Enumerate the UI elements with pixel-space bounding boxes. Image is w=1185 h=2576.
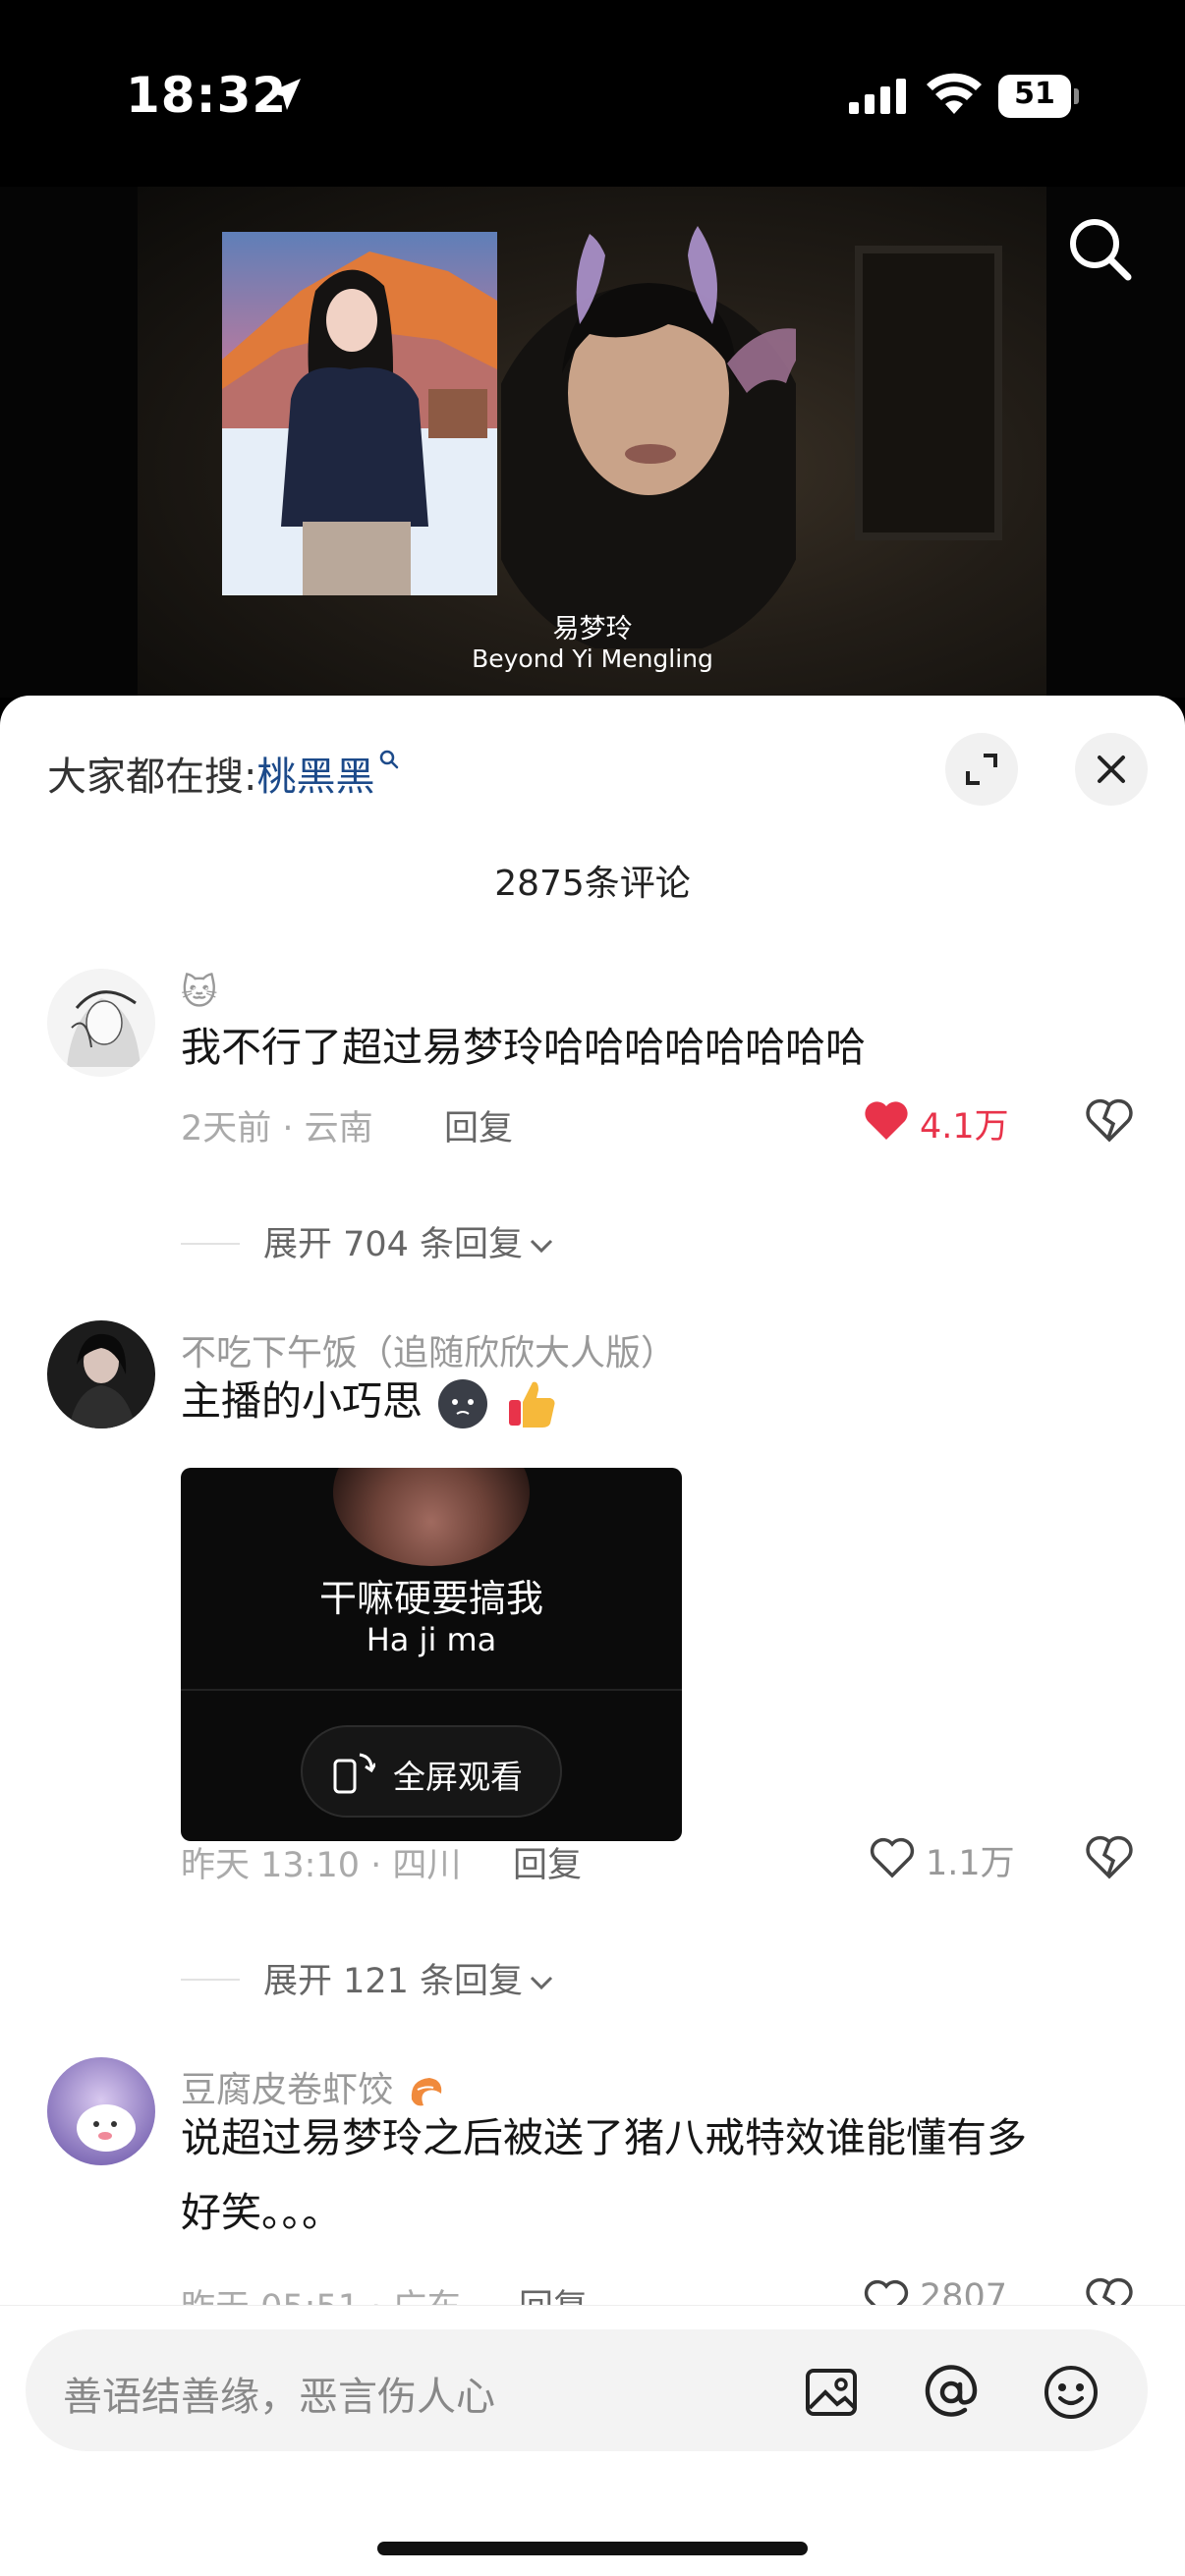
trending-label: 大家都在搜: xyxy=(47,755,257,800)
thumbs-up-emoji-icon xyxy=(509,1381,555,1428)
dislike-icon[interactable] xyxy=(1085,1096,1134,1144)
trending-search[interactable]: 大家都在搜:桃黑黑 xyxy=(47,745,400,802)
comment-count: 2875条评论 xyxy=(494,864,691,904)
status-bar: 18:32 51 xyxy=(0,0,1185,187)
image-icon[interactable] xyxy=(802,2363,861,2422)
comment-input-placeholder: 善语结善缘，恶言伤人心 xyxy=(63,2375,495,2420)
status-time: 18:32 xyxy=(126,67,288,124)
expand-icon xyxy=(966,754,997,785)
comment-text: 我不行了超过易梦玲哈哈哈哈哈哈哈哈 xyxy=(181,1024,866,1071)
location-arrow-icon xyxy=(269,79,301,110)
mention-icon[interactable] xyxy=(922,2363,981,2422)
comment-meta: 2天前 · 云南 xyxy=(181,1109,373,1148)
fullscreen-watch-button[interactable]: 全屏观看 xyxy=(301,1725,562,1818)
like-count: 4.1万 xyxy=(920,1107,1009,1147)
comment-text: 说超过易梦玲之后被送了猪八戒特效谁能懂有多 好笑。。。 xyxy=(181,2100,1027,2250)
divider xyxy=(181,1979,240,1981)
close-button[interactable] xyxy=(1075,733,1148,806)
expand-replies-button[interactable]: 展开 121 条回复 xyxy=(263,1953,556,2003)
dark-face-emoji-icon xyxy=(438,1379,488,1428)
reply-button[interactable]: 回复 xyxy=(513,1837,582,1887)
comment-text: 主播的小巧思 xyxy=(181,1364,558,1438)
expand-replies-button[interactable]: 展开 704 条回复 xyxy=(263,1216,556,1266)
comment-input[interactable]: 善语结善缘，恶言伤人心 xyxy=(26,2329,1148,2451)
comment-sheet: 大家都在搜:桃黑黑 2875条评论 🐱 我不行了超过易梦玲哈哈哈哈哈哈哈哈 2天… xyxy=(0,696,1185,2576)
close-icon xyxy=(1098,756,1125,783)
expand-sheet-button[interactable] xyxy=(945,733,1018,806)
video-reply-card[interactable]: 干嘛硬要搞我 Ha ji ma 全屏观看 xyxy=(181,1468,682,1841)
avatar[interactable] xyxy=(47,2057,155,2165)
search-icon xyxy=(380,750,399,769)
search-icon[interactable] xyxy=(1063,212,1136,285)
comment-text-line: 说超过易梦玲之后被送了猪八戒特效谁能懂有多 xyxy=(181,2114,1027,2161)
video-caption-name: 易梦玲 xyxy=(552,614,633,644)
heart-filled-icon xyxy=(865,1101,908,1140)
divider xyxy=(181,1243,240,1245)
comment-text-body: 主播的小巧思 xyxy=(181,1377,423,1425)
like-count: 1.1万 xyxy=(926,1844,1015,1883)
live-video[interactable]: 易梦玲 Beyond Yi Mengling xyxy=(0,187,1185,698)
fullscreen-phone-icon xyxy=(333,1753,375,1794)
dislike-icon[interactable] xyxy=(1085,1833,1134,1880)
comment-username[interactable]: 🐱 xyxy=(181,973,218,1013)
expand-replies-label: 展开 704 条回复 xyxy=(263,1225,524,1264)
avatar[interactable] xyxy=(47,969,155,1077)
comment-text-line: 好笑。。。 xyxy=(181,2189,342,2236)
trending-keyword[interactable]: 桃黑黑 xyxy=(256,755,374,800)
heart-outline-icon xyxy=(870,1837,915,1878)
video-caption-english: Beyond Yi Mengling xyxy=(472,644,713,673)
avatar[interactable] xyxy=(47,1320,155,1428)
fullscreen-watch-label: 全屏观看 xyxy=(393,1758,523,1796)
home-indicator[interactable] xyxy=(377,2542,808,2555)
battery-indicator: 51 xyxy=(998,75,1079,118)
inset-photo xyxy=(222,232,497,595)
comment-input-bar: 善语结善缘，恶言伤人心 xyxy=(0,2305,1185,2576)
emoji-icon[interactable] xyxy=(1042,2363,1100,2422)
expand-replies-label: 展开 121 条回复 xyxy=(263,1962,524,2001)
battery-level: 51 xyxy=(1014,77,1055,111)
chevron-down-icon xyxy=(531,1976,553,1990)
video-reply-subtitle: 干嘛硬要搞我 xyxy=(318,1577,543,1620)
reply-button[interactable]: 回复 xyxy=(444,1100,513,1150)
wifi-icon xyxy=(927,73,982,114)
chevron-down-icon xyxy=(531,1239,553,1254)
comment-meta: 昨天 13:10 · 四川 xyxy=(181,1846,462,1885)
streamer-figure xyxy=(501,226,796,648)
video-reply-subtitle-pinyin: Ha ji ma xyxy=(366,1621,497,1658)
cellular-signal-icon xyxy=(849,79,906,114)
